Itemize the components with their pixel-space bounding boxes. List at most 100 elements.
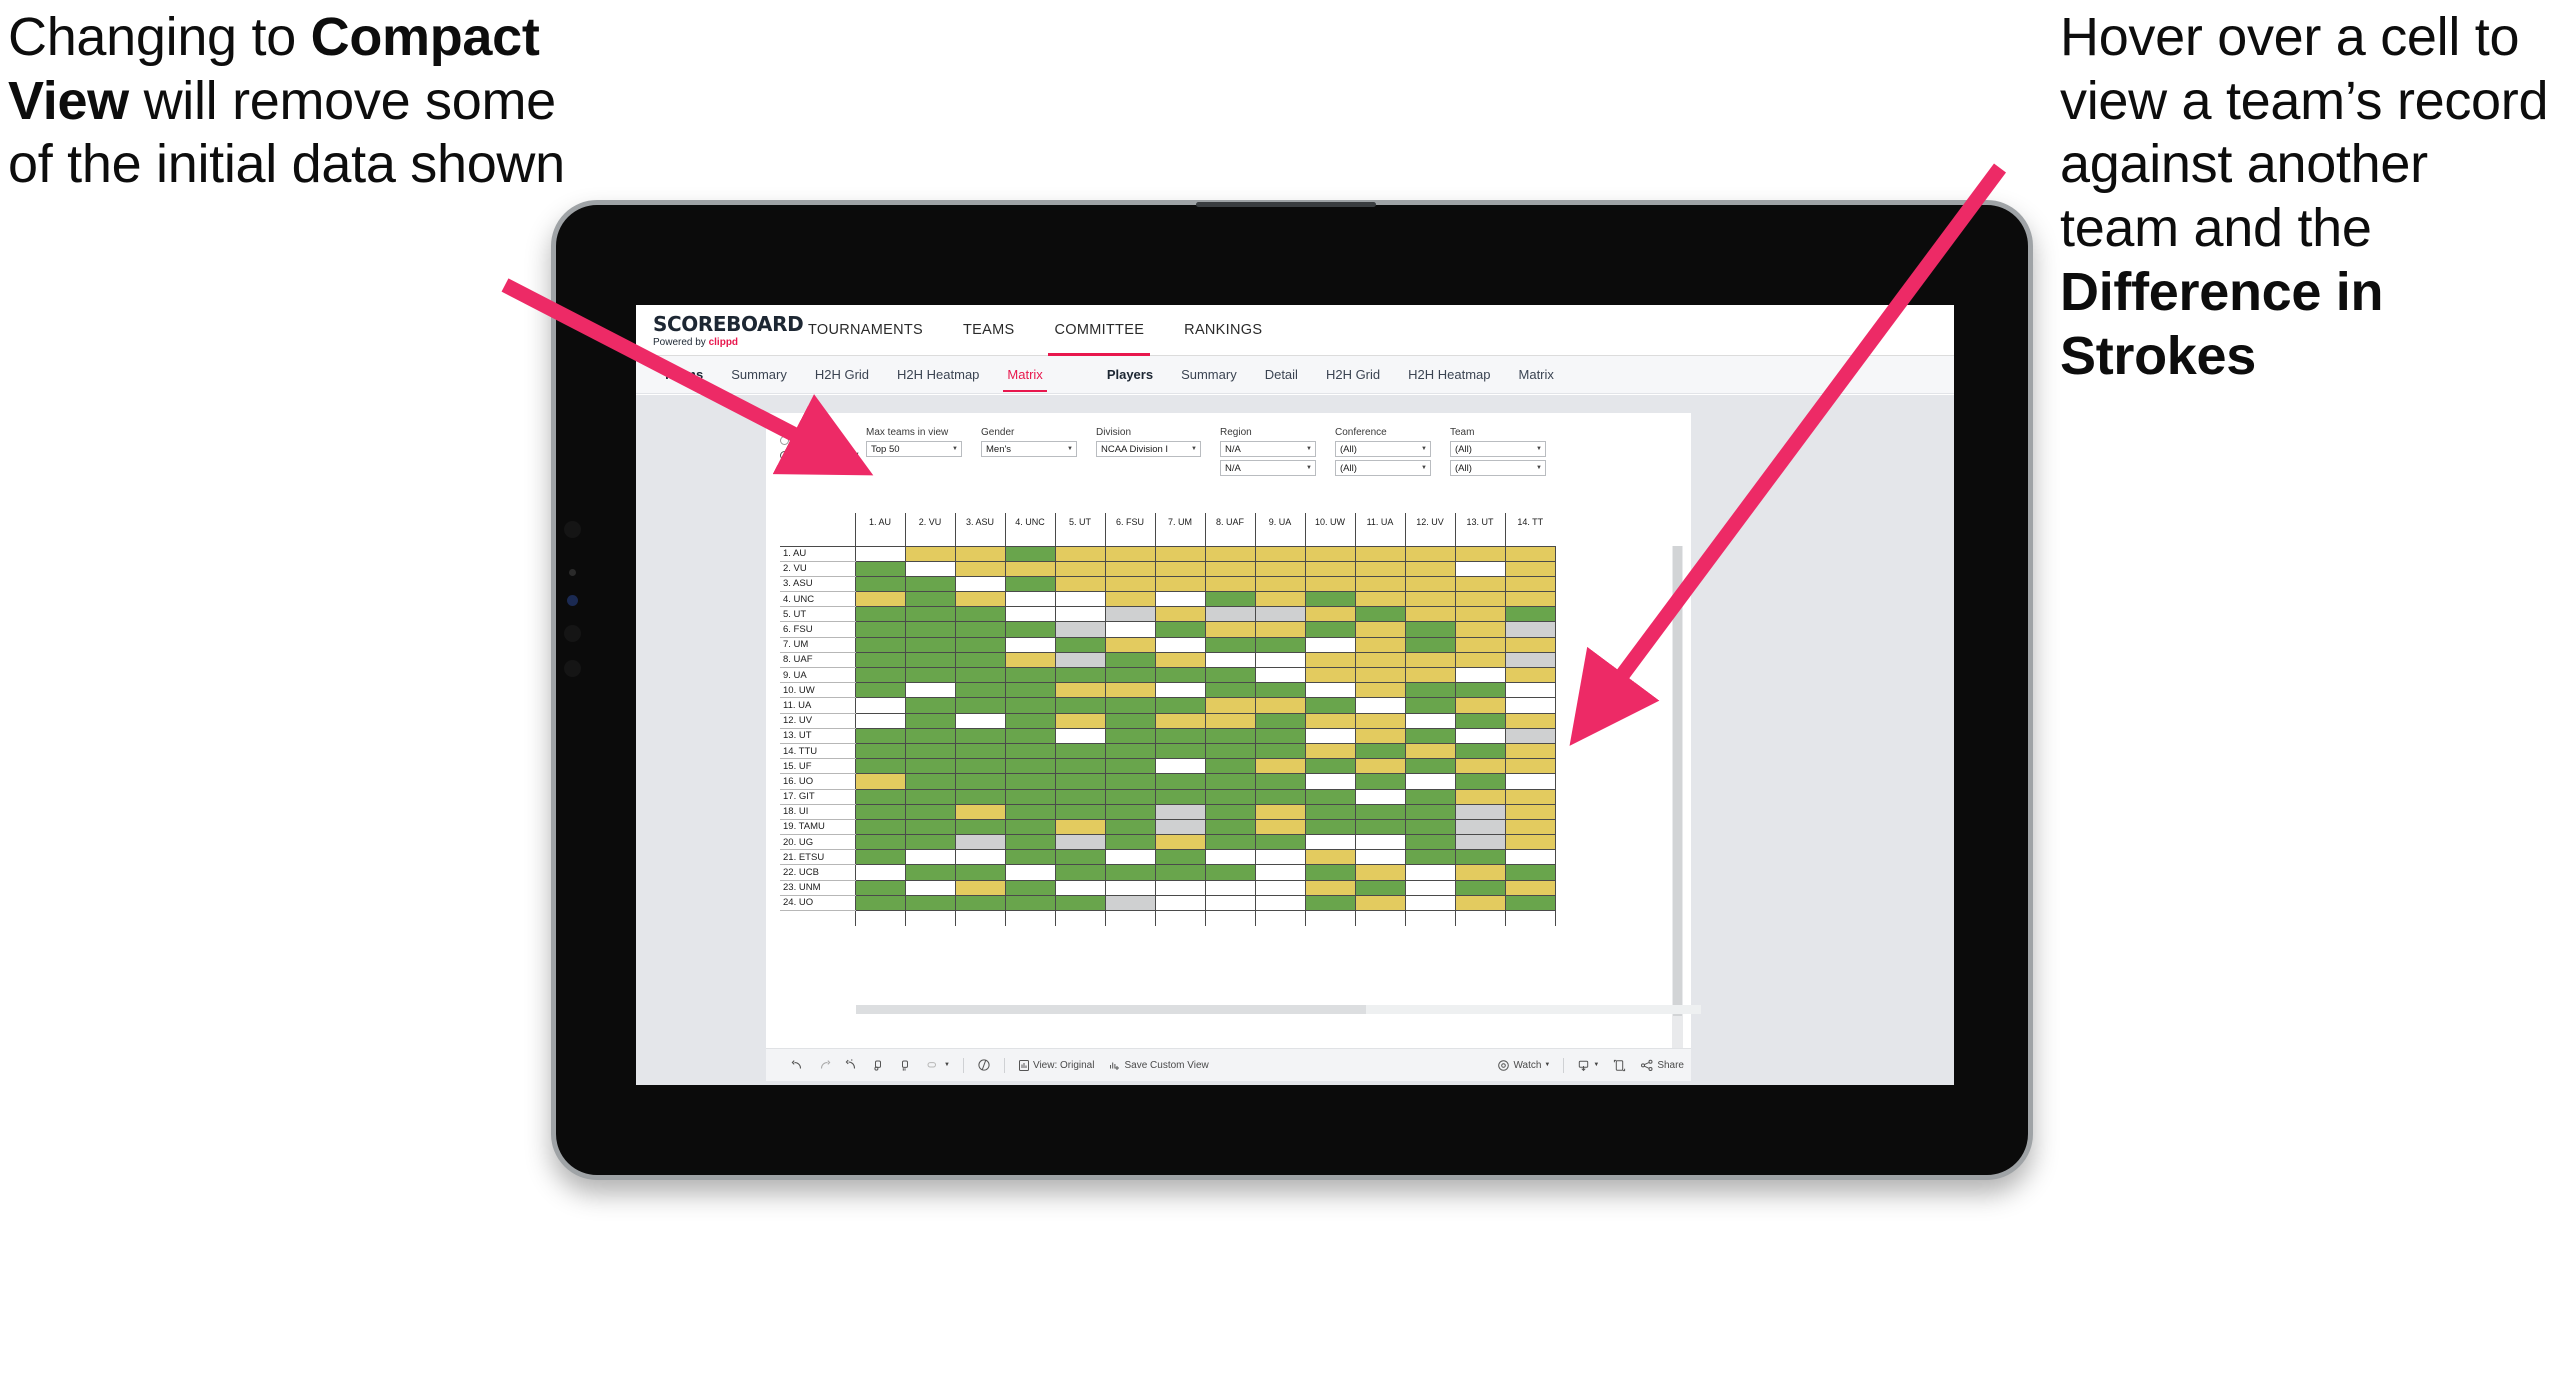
matrix-cell[interactable] <box>1054 591 1106 608</box>
matrix-cell[interactable] <box>1304 758 1356 775</box>
matrix-cell[interactable] <box>1004 575 1056 593</box>
matrix-cell[interactable] <box>904 560 956 577</box>
matrix-cell[interactable] <box>1304 803 1356 820</box>
matrix-cell[interactable] <box>1354 666 1406 684</box>
matrix-cell[interactable] <box>854 712 906 729</box>
matrix-cell[interactable] <box>1154 849 1206 866</box>
matrix-cell[interactable] <box>904 849 956 866</box>
matrix-cell[interactable] <box>1204 894 1256 912</box>
matrix-cell[interactable] <box>1304 864 1356 881</box>
matrix-cell[interactable] <box>1054 636 1106 653</box>
matrix-cell[interactable] <box>1304 575 1356 593</box>
matrix-scroll-region[interactable]: 1. AU 2. VU 3. ASU 4. UNC 5. UT 6. FSU 7. UM 8.… <box>780 513 1701 1076</box>
matrix-cell[interactable] <box>1104 591 1156 608</box>
matrix-cell[interactable] <box>1304 560 1356 577</box>
matrix-cell[interactable] <box>954 682 1006 699</box>
matrix-cell[interactable] <box>1504 606 1556 623</box>
matrix-cell[interactable] <box>1254 894 1306 912</box>
matrix-cell[interactable] <box>1504 666 1556 684</box>
matrix-cell[interactable] <box>1354 834 1406 851</box>
matrix-cell[interactable] <box>1304 636 1356 653</box>
matrix-cell[interactable] <box>1454 803 1506 820</box>
matrix-cell[interactable] <box>1204 864 1256 881</box>
matrix-cell[interactable] <box>854 818 906 836</box>
matrix-cell[interactable] <box>1204 560 1256 577</box>
matrix-cell[interactable] <box>1054 621 1106 638</box>
matrix-cell[interactable] <box>1204 651 1256 669</box>
tab-players-detail[interactable]: Detail <box>1251 367 1312 382</box>
matrix-cell[interactable] <box>1204 834 1256 851</box>
matrix-cell[interactable] <box>1404 651 1456 669</box>
filter-team-select-2[interactable]: (All) ▼ <box>1450 460 1546 476</box>
matrix-cell[interactable] <box>1104 666 1156 684</box>
matrix-cell[interactable] <box>1504 742 1556 760</box>
matrix-cell[interactable] <box>1504 575 1556 593</box>
matrix-cell[interactable] <box>1204 591 1256 608</box>
matrix-cell[interactable] <box>854 803 906 820</box>
matrix-cell[interactable] <box>1254 712 1306 729</box>
tab-players-h2h-heatmap[interactable]: H2H Heatmap <box>1394 367 1504 382</box>
matrix-cell[interactable] <box>1354 621 1406 638</box>
device-preview-button[interactable] <box>1606 1059 1633 1072</box>
matrix-cell[interactable] <box>1154 545 1206 562</box>
matrix-cell[interactable] <box>1004 621 1056 638</box>
matrix-cell[interactable] <box>904 697 956 714</box>
matrix-cell[interactable] <box>1104 742 1156 760</box>
matrix-cell[interactable] <box>1404 591 1456 608</box>
matrix-cell[interactable] <box>904 712 956 729</box>
matrix-cell[interactable] <box>1404 621 1456 638</box>
matrix-cell[interactable] <box>1204 727 1256 744</box>
matrix-cell[interactable] <box>1404 727 1456 744</box>
matrix-cell[interactable] <box>1454 666 1506 684</box>
matrix-cell[interactable] <box>854 727 906 744</box>
matrix-cell[interactable] <box>1204 818 1256 836</box>
redo-button[interactable] <box>811 1059 838 1072</box>
filter-conference-select-1[interactable]: (All) ▼ <box>1335 441 1431 457</box>
matrix-cell[interactable] <box>1154 682 1206 699</box>
matrix-cell[interactable] <box>1054 545 1106 562</box>
matrix-cell[interactable] <box>1454 727 1506 744</box>
matrix-cell[interactable] <box>1204 682 1256 699</box>
radio-compact-view[interactable]: Compact View <box>780 450 866 461</box>
matrix-cell[interactable] <box>1054 879 1106 896</box>
matrix-cell[interactable] <box>1354 606 1406 623</box>
radio-full-view[interactable]: Full View <box>780 435 866 446</box>
matrix-cell[interactable] <box>904 727 956 744</box>
matrix-cell[interactable] <box>1304 849 1356 866</box>
tab-teams-matrix[interactable]: Matrix <box>993 367 1056 392</box>
revert-button[interactable] <box>838 1059 865 1072</box>
matrix-cell[interactable] <box>1454 575 1506 593</box>
matrix-cell[interactable] <box>954 545 1006 562</box>
matrix-cell[interactable] <box>854 894 906 912</box>
matrix-cell[interactable] <box>954 864 1006 881</box>
matrix-cell[interactable] <box>1154 712 1206 729</box>
matrix-cell[interactable] <box>1354 758 1406 775</box>
matrix-vertical-scrollbar[interactable] <box>1672 546 1683 1076</box>
tab-players-summary[interactable]: Summary <box>1167 367 1251 382</box>
matrix-cell[interactable] <box>1254 788 1306 805</box>
matrix-cell[interactable] <box>954 742 1006 760</box>
matrix-cell[interactable] <box>1054 575 1106 593</box>
matrix-cell[interactable] <box>1104 758 1156 775</box>
matrix-cell[interactable] <box>1454 742 1506 760</box>
matrix-cell[interactable] <box>1154 894 1206 912</box>
matrix-cell[interactable] <box>1404 545 1456 562</box>
matrix-cell[interactable] <box>1454 560 1506 577</box>
matrix-cell[interactable] <box>1504 651 1556 669</box>
matrix-cell[interactable] <box>854 545 906 562</box>
matrix-cell[interactable] <box>904 545 956 562</box>
view-original-button[interactable]: View: Original <box>1011 1059 1102 1072</box>
matrix-cell[interactable] <box>854 742 906 760</box>
matrix-cell[interactable] <box>904 773 956 790</box>
matrix-cell[interactable] <box>1404 742 1456 760</box>
matrix-cell[interactable] <box>1254 636 1306 653</box>
matrix-cell[interactable] <box>1504 803 1556 820</box>
matrix-cell[interactable] <box>1304 818 1356 836</box>
matrix-cell[interactable] <box>854 879 906 896</box>
matrix-cell[interactable] <box>1004 636 1056 653</box>
matrix-cell[interactable] <box>1054 773 1106 790</box>
matrix-cell[interactable] <box>1254 742 1306 760</box>
matrix-cell[interactable] <box>1204 879 1256 896</box>
matrix-cell[interactable] <box>904 682 956 699</box>
matrix-cell[interactable] <box>1454 758 1506 775</box>
